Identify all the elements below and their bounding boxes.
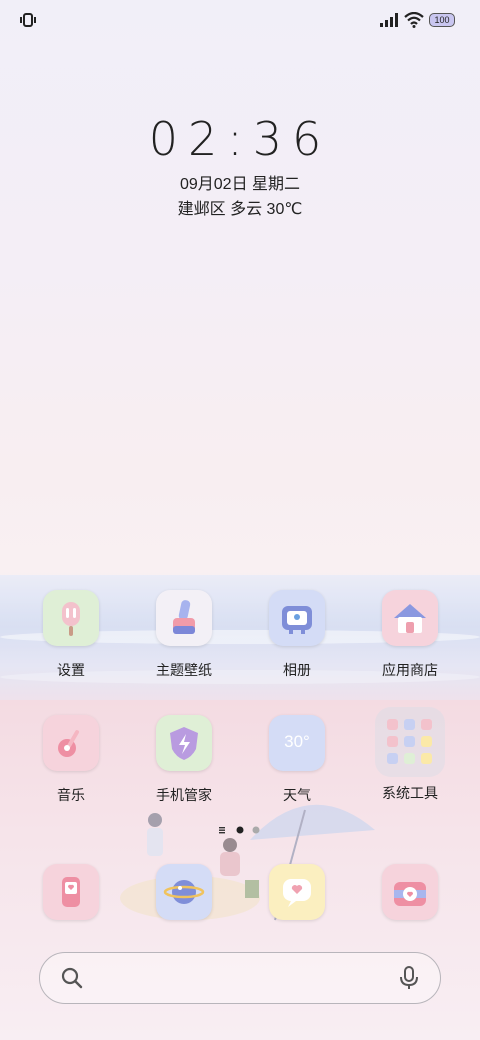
theme-brush-icon [156,590,212,646]
camera-icon [382,864,438,920]
app-label: 音乐 [57,787,85,803]
messages-icon [269,864,325,920]
gallery-tv-icon [269,590,325,646]
app-label: 应用商店 [382,662,438,678]
app-label: 相册 [283,662,311,678]
app-theme-wallpaper[interactable]: 主题壁纸 [134,590,234,680]
system-tools-folder-icon [375,707,445,777]
list-page-icon [219,827,225,834]
date-text: 09月02日 星期二 [179,176,301,193]
app-phone-manager[interactable]: 手机管家 [134,715,234,805]
app-music[interactable]: 音乐 [21,715,121,805]
app-weather[interactable]: 30° 天气 [247,715,347,805]
weather-temp-badge: 30° [284,732,310,751]
weather-icon: 30° [269,715,325,771]
phone-icon [43,864,99,920]
microphone-icon[interactable] [398,965,420,991]
app-label: 天气 [283,787,311,803]
vibrate-icon [20,13,36,27]
page-indicator[interactable] [218,825,268,835]
store-house-icon [382,590,438,646]
dock-browser[interactable] [134,864,234,920]
search-bar[interactable] [39,952,441,1004]
app-store[interactable]: 应用商店 [360,590,460,680]
wifi-icon [404,12,424,28]
signal-icon [380,13,398,27]
clock-time[interactable]: 02:36 [0,112,480,166]
app-settings[interactable]: 设置 [21,590,121,680]
music-guitar-icon [43,715,99,771]
page-dot-active [236,826,244,834]
app-label: 主题壁纸 [156,662,212,678]
dock-camera[interactable] [360,864,460,920]
page-dot [252,826,260,834]
weather-text[interactable]: 建邺区 多云 30℃ [0,195,480,219]
browser-planet-icon [156,864,212,920]
status-bar: 100 [0,0,480,40]
phone-manager-shield-icon [156,715,212,771]
app-gallery[interactable]: 相册 [247,590,347,680]
app-system-tools-folder[interactable]: 系统工具 [360,707,460,803]
settings-popsicle-icon [43,590,99,646]
dock-phone[interactable] [21,864,121,920]
dock-messages[interactable] [247,864,347,920]
app-label: 系统工具 [382,785,438,801]
battery-indicator: 100 [429,13,455,27]
app-label: 设置 [57,662,85,678]
app-label: 手机管家 [156,787,212,803]
search-icon[interactable] [60,966,84,990]
